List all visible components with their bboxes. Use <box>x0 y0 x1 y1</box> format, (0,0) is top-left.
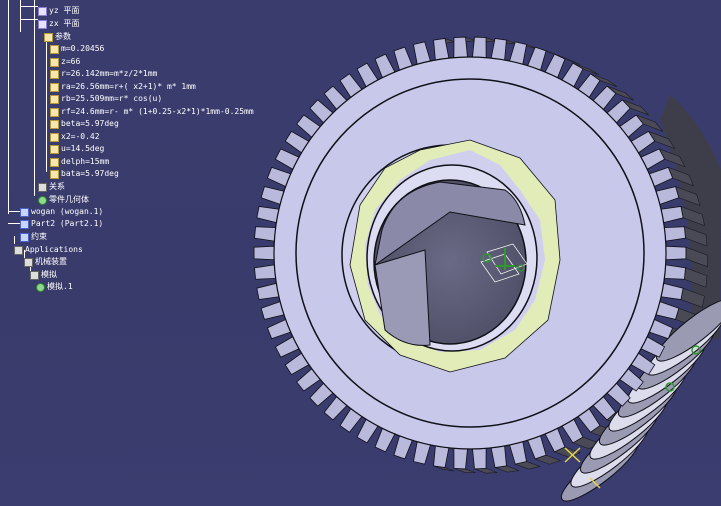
tree-node[interactable]: delph=15mm <box>50 156 109 168</box>
tree-node-label: 参数 <box>55 32 71 41</box>
gear-tooth <box>413 41 431 65</box>
tree-node[interactable]: 关系 <box>38 181 65 193</box>
formula-icon <box>50 94 59 104</box>
tree-node-label: wogan (wogan.1) <box>31 207 104 216</box>
tree-node-label: 机械装置 <box>35 257 67 266</box>
gear-tooth <box>453 447 468 470</box>
gear-tooth <box>472 447 487 470</box>
tree-node[interactable]: rf=24.6mm=r- m* (1+0.25-x2*1)*1mm-0.25mm <box>50 106 254 118</box>
parameter-icon <box>50 57 59 67</box>
gear-tooth <box>665 245 687 261</box>
tree-node[interactable]: rb=25.509mm=r* cos(u) <box>50 93 162 105</box>
tree-node[interactable]: ra=26.56mm=r+( x2+1)* m* 1mm <box>50 81 196 93</box>
relations-icon <box>38 182 47 192</box>
tree-connector <box>8 0 9 214</box>
tree-node[interactable]: beta=5.97deg <box>50 118 119 130</box>
gear-tooth <box>663 226 686 242</box>
gear-tooth <box>453 36 468 59</box>
tree-node[interactable]: zx 平面 <box>38 18 79 30</box>
tree-node[interactable]: z=66 <box>50 56 80 68</box>
tree-node[interactable]: 模拟 <box>30 269 57 281</box>
tree-node[interactable]: 模拟.1 <box>36 281 73 293</box>
tree-node-label: x2=-0.42 <box>61 132 100 141</box>
tree-connector <box>20 0 21 32</box>
parameter-icon <box>50 157 59 167</box>
gear-tooth <box>256 206 280 224</box>
tree-node[interactable]: 参数 <box>44 31 71 43</box>
simulation-icon <box>30 270 39 280</box>
parameter-icon <box>50 144 59 154</box>
plane-icon <box>38 19 47 29</box>
tree-node[interactable]: 约束 <box>20 231 47 243</box>
tree-node-label: yz 平面 <box>49 6 80 15</box>
gear-tooth <box>660 206 684 224</box>
tree-node-label: 模拟 <box>41 270 57 279</box>
specification-tree[interactable]: yz 平面 zx 平面参数 m=0.20456 z=66 r=26.142mm=m*z/… <box>0 0 260 300</box>
tree-node[interactable]: u=14.5deg <box>50 143 104 155</box>
tree-node-label: u=14.5deg <box>61 144 105 153</box>
tree-connector <box>46 36 47 172</box>
gear-tooth <box>433 445 450 468</box>
simulation-item-icon <box>36 282 45 292</box>
body-icon <box>38 195 47 205</box>
tree-node-label: z=66 <box>61 57 81 66</box>
gear-tooth <box>660 282 684 300</box>
part-icon <box>20 207 29 217</box>
formula-icon <box>50 69 59 79</box>
tree-node-label: rb=25.509mm=r* cos(u) <box>61 94 163 103</box>
mechanism-icon <box>24 257 33 267</box>
formula-icon <box>50 107 59 117</box>
tree-node[interactable]: yz 平面 <box>38 5 79 17</box>
tree-connector <box>8 223 20 224</box>
gear-tooth <box>663 264 686 280</box>
tree-node-label: m=0.20456 <box>61 44 105 53</box>
gear-tooth <box>509 441 527 465</box>
tree-node-label: zx 平面 <box>49 19 80 28</box>
parameters-icon <box>44 32 53 42</box>
tree-node-label: r=26.142mm=m*z/2*1mm <box>61 69 158 78</box>
tree-node[interactable]: wogan (wogan.1) <box>20 206 103 218</box>
tree-node-label: beta=5.97deg <box>61 119 119 128</box>
tree-connector <box>8 211 20 212</box>
gear-tooth <box>490 445 507 468</box>
tree-connector <box>14 236 15 244</box>
plane-icon <box>38 6 47 16</box>
parameter-icon <box>50 119 59 129</box>
tree-node-label: 关系 <box>49 182 65 191</box>
tree-node-label: rf=24.6mm=r- m* (1+0.25-x2*1)*1mm-0.25mm <box>61 107 254 116</box>
tree-node[interactable]: 零件几何体 <box>38 194 89 206</box>
tree-node-label: 零件几何体 <box>49 195 89 204</box>
tree-node[interactable]: 机械装置 <box>24 256 67 268</box>
constraints-icon <box>20 232 29 242</box>
tree-node[interactable]: bata=5.97deg <box>50 168 119 180</box>
applications-icon <box>14 245 23 255</box>
tree-node-label: Applications <box>25 245 83 254</box>
tree-node[interactable]: x2=-0.42 <box>50 131 100 143</box>
tree-node-label: delph=15mm <box>61 157 110 166</box>
tree-node[interactable]: m=0.20456 <box>50 43 104 55</box>
tree-connector <box>20 6 38 7</box>
tree-node-label: ra=26.56mm=r+( x2+1)* m* 1mm <box>61 82 196 91</box>
tree-node-label: 模拟.1 <box>47 282 73 291</box>
tree-node[interactable]: Applications <box>14 244 83 256</box>
tree-node-label: Part2 (Part2.1) <box>31 219 104 228</box>
formula-icon <box>50 82 59 92</box>
tree-node[interactable]: r=26.142mm=m*z/2*1mm <box>50 68 157 80</box>
tree-node-label: bata=5.97deg <box>61 169 119 178</box>
gear-tooth <box>413 441 431 465</box>
gear-tooth <box>509 41 527 65</box>
parameter-icon <box>50 169 59 179</box>
tree-node-label: 约束 <box>31 232 47 241</box>
tree-connector <box>20 19 38 20</box>
tree-node[interactable]: Part2 (Part2.1) <box>20 218 103 230</box>
gear-tooth <box>472 36 487 59</box>
part-icon <box>20 219 29 229</box>
parameter-icon <box>50 44 59 54</box>
parameter-icon <box>50 132 59 142</box>
tree-connector <box>34 0 35 196</box>
gear-tooth <box>256 282 280 300</box>
